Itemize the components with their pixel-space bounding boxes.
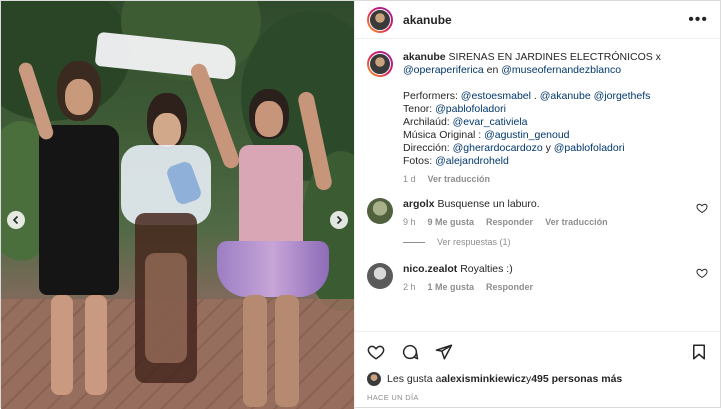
author-avatar[interactable] [367,6,394,33]
musica-label: Música Original : [403,129,485,141]
mention-direccion-2[interactable]: @pablofoladori [554,142,625,154]
liker-avatar[interactable] [367,372,382,386]
mention-tenor[interactable]: @pablofoladori [435,103,506,115]
comments-section: akanube SIRENAS EN JARDINES ELECTRÓNICOS… [355,39,720,339]
mention-fotos[interactable]: @alejandroheld [435,155,509,167]
comment-translate-link[interactable]: Ver traducción [545,217,608,227]
caption-text: akanube SIRENAS EN JARDINES ELECTRÓNICOS… [403,51,661,167]
comment-item: nico.zealot Royalties :) 2 h 1 Me gusta … [367,263,708,292]
post-photo[interactable] [1,1,355,409]
mention-direccion-1[interactable]: @gherardocardozo [453,142,543,154]
mention-museofernandezblanco[interactable]: @museofernandezblanco [501,64,621,76]
comment-age: 9 h [403,217,416,227]
caption-translate-link[interactable]: Ver traducción [428,174,491,184]
comment-bubble-icon[interactable] [401,343,419,361]
chevron-right-icon [336,215,343,225]
direccion-connector: y [542,142,554,154]
more-options-icon[interactable]: ••• [688,11,708,29]
comment-age: 2 h [403,282,416,292]
liker-username[interactable]: alexisminkiewicz [441,373,526,385]
commenter-avatar[interactable] [367,263,394,289]
post-timestamp[interactable]: HACE UN DÍA [367,393,708,402]
save-bookmark-icon[interactable] [690,343,708,361]
caption-meta: 1 d Ver traducción [403,174,708,184]
comment-meta: 9 h 9 Me gusta Responder Ver traducción [403,217,688,227]
next-photo-button[interactable] [330,211,348,229]
mention-archilaud[interactable]: @evar_cativiela [453,116,528,128]
mention-akanube[interactable]: @akanube [540,90,591,102]
tenor-label: Tenor: [403,103,436,115]
comment-reply-button[interactable]: Responder [486,217,533,227]
comment-username[interactable]: argolx [403,198,435,210]
comment-like-heart-icon[interactable] [696,267,708,279]
mention-jorgethefs[interactable]: @jorgethefs [594,90,651,102]
likes-prefix: Les gusta a [387,373,442,385]
share-send-icon[interactable] [435,343,453,361]
comment-likes[interactable]: 1 Me gusta [428,282,475,292]
post-actions-footer: Les gusta a alexisminkiewicz y 495 perso… [355,331,720,409]
caption-connector: en [483,64,502,76]
comment-text: Royalties :) [460,263,513,275]
caption-avatar[interactable] [367,51,394,77]
view-replies-label: Ver respuestas (1) [437,237,511,247]
mention-musica[interactable]: @agustin_genoud [484,129,569,141]
previous-photo-button[interactable] [7,211,25,229]
caption-username[interactable]: akanube [403,51,446,63]
comment-meta: 2 h 1 Me gusta Responder [403,282,688,292]
direccion-label: Dirección: [403,142,453,154]
author-username[interactable]: akanube [403,13,452,27]
comment-likes[interactable]: 9 Me gusta [428,217,475,227]
likes-summary: Les gusta a alexisminkiewicz y 495 perso… [367,372,708,386]
post-details-panel: akanube ••• akanube SIRENAS EN JARDINES … [354,1,720,409]
comment-username[interactable]: nico.zealot [403,263,457,275]
comment-reply-button[interactable]: Responder [486,282,533,292]
mention-operaperiferica[interactable]: @operaperiferica [403,64,484,76]
action-bar [367,340,708,364]
instagram-post: akanube ••• akanube SIRENAS EN JARDINES … [0,0,721,409]
caption-age: 1 d [403,174,416,184]
like-heart-icon[interactable] [367,343,385,361]
fotos-label: Fotos: [403,155,436,167]
comment-item: argolx Busquense un laburo. 9 h 9 Me gus… [367,198,708,227]
commenter-avatar[interactable] [367,198,394,224]
caption-title: SIRENAS EN JARDINES ELECTRÓNICOS x [448,51,661,63]
caption: akanube SIRENAS EN JARDINES ELECTRÓNICOS… [367,51,708,184]
performers-label: Performers: [403,90,461,102]
archilaud-label: Archilaúd: [403,116,453,128]
likes-count[interactable]: 495 personas más [531,373,622,385]
view-replies-button[interactable]: Ver respuestas (1) [403,237,708,247]
comment-text: Busquense un laburo. [437,198,540,210]
post-header: akanube ••• [355,1,720,39]
mention-estoesmabel[interactable]: @estoesmabel [461,90,531,102]
chevron-left-icon [12,215,19,225]
comment-like-heart-icon[interactable] [696,202,708,214]
